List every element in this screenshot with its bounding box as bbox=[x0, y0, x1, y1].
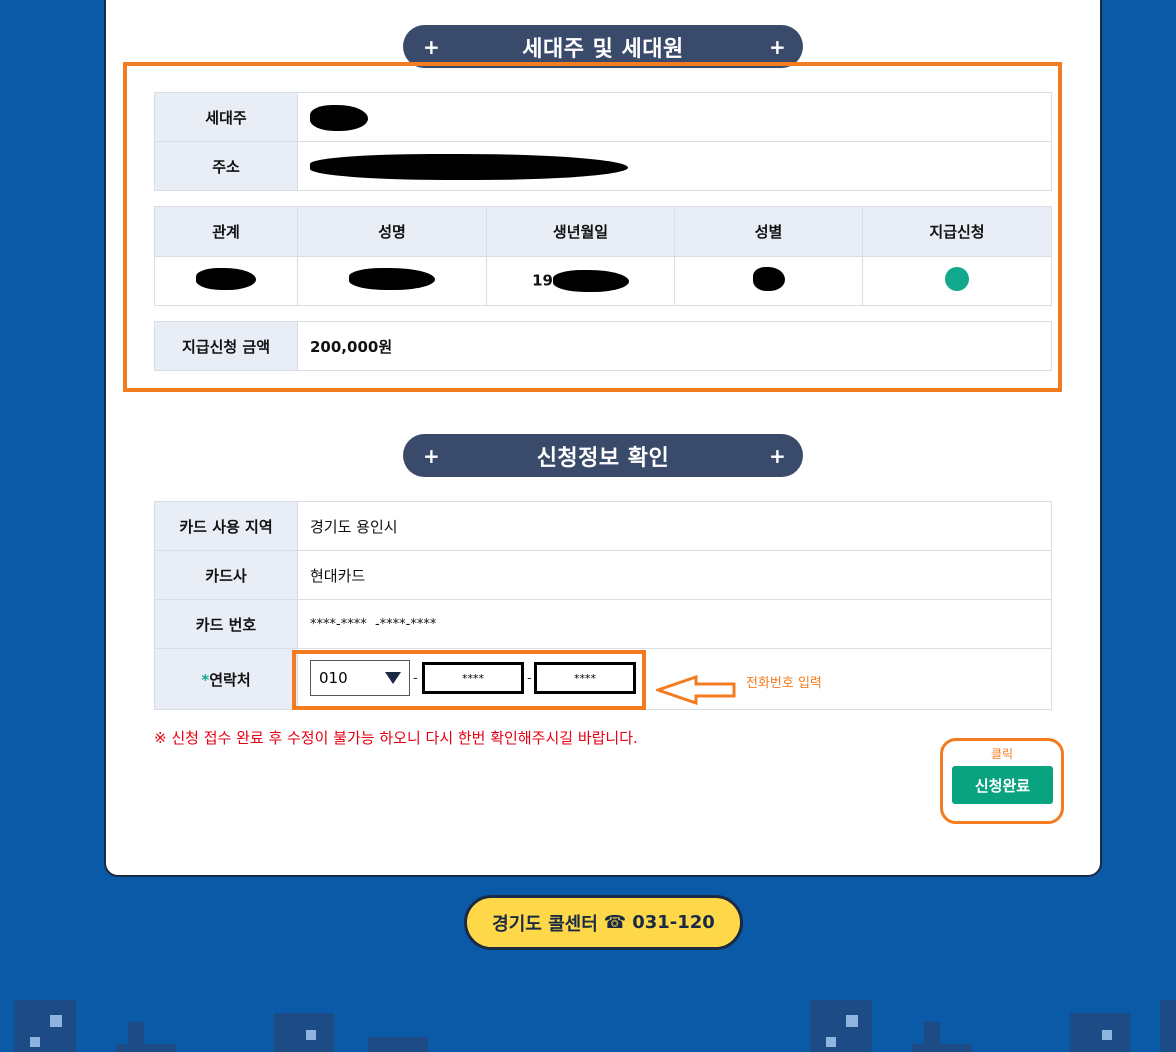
plus-icon-left: + bbox=[423, 34, 440, 59]
submit-button[interactable]: 신청완료 bbox=[952, 766, 1053, 804]
phone-dash-1: - bbox=[413, 671, 418, 686]
redacted-member-name bbox=[349, 268, 435, 290]
address-value bbox=[297, 141, 1052, 191]
building bbox=[274, 1013, 334, 1052]
members-table: 관계 성명 생년월일 성별 지급신청 19 bbox=[154, 206, 1052, 306]
member-gender bbox=[674, 256, 863, 306]
household-info-table: 세대주 주소 bbox=[154, 92, 1052, 191]
card-company-value: 현대카드 bbox=[297, 550, 1052, 600]
redacted-birth bbox=[552, 270, 629, 292]
birth-prefix: 19 bbox=[532, 271, 553, 290]
phone-prefix-select[interactable]: 010 bbox=[310, 660, 410, 696]
table-row: 19 bbox=[154, 256, 1052, 306]
card-number-label: 카드 번호 bbox=[154, 599, 298, 649]
phone-last-input[interactable]: **** bbox=[534, 662, 636, 694]
phone-dash-2: - bbox=[527, 671, 532, 686]
member-name bbox=[297, 256, 487, 306]
card-region-label: 카드 사용 지역 bbox=[154, 501, 298, 551]
building-window bbox=[1102, 1030, 1112, 1040]
click-label: 클릭 bbox=[990, 747, 1014, 761]
phone-last-value: **** bbox=[574, 671, 596, 685]
building-window bbox=[846, 1015, 858, 1027]
members-header-birth: 생년월일 bbox=[486, 206, 675, 257]
amount-label: 지급신청 금액 bbox=[154, 321, 298, 371]
member-apply bbox=[862, 256, 1052, 306]
building-window bbox=[306, 1030, 316, 1040]
household-section-title: 세대주 및 세대원 bbox=[522, 36, 684, 62]
members-header-apply: 지급신청 bbox=[862, 206, 1052, 257]
member-birth: 19 bbox=[486, 256, 675, 306]
building bbox=[116, 1044, 176, 1052]
members-header-gender: 성별 bbox=[674, 206, 863, 257]
plus-icon-right: + bbox=[769, 34, 786, 59]
phone-middle-input[interactable]: **** bbox=[422, 662, 524, 694]
submit-highlight-box: 클릭 신청완료 bbox=[940, 738, 1064, 824]
phone-hint: 전화번호 입력 bbox=[746, 676, 822, 691]
amount-table: 지급신청 금액 200,000원 bbox=[154, 321, 1052, 371]
redacted-address bbox=[310, 154, 628, 180]
members-header-relation: 관계 bbox=[154, 206, 298, 257]
building-window bbox=[50, 1015, 62, 1027]
redacted-head-name bbox=[310, 105, 368, 131]
left-arrow-icon bbox=[656, 674, 736, 706]
warning-text: ※ 신청 접수 완료 후 수정이 불가능 하오니 다시 한번 확인해주시길 바랍… bbox=[154, 729, 638, 747]
redacted-gender bbox=[752, 267, 785, 291]
building bbox=[1160, 1000, 1176, 1052]
phone-middle-value: **** bbox=[462, 671, 484, 685]
building bbox=[368, 1037, 428, 1052]
building bbox=[14, 1000, 76, 1052]
member-relation bbox=[154, 256, 298, 306]
contact-label-cell: *연락처 bbox=[154, 648, 298, 710]
card-region-value: 경기도 용인시 bbox=[297, 501, 1052, 551]
building bbox=[912, 1044, 972, 1052]
head-label: 세대주 bbox=[154, 92, 298, 142]
members-header-name: 성명 bbox=[297, 206, 487, 257]
application-section-title: 신청정보 확인 bbox=[536, 445, 670, 471]
plus-icon-right-2: + bbox=[768, 443, 786, 468]
head-value bbox=[297, 92, 1052, 142]
building bbox=[810, 1000, 872, 1052]
building bbox=[1070, 1013, 1130, 1052]
plus-icon-left-2: + bbox=[423, 443, 440, 468]
redacted-relation bbox=[196, 268, 256, 290]
phone-icon: ☎ bbox=[603, 912, 627, 933]
callcenter-badge[interactable]: 경기도 콜센터 ☎ 031-120 bbox=[464, 895, 743, 950]
building-window bbox=[826, 1037, 836, 1047]
apply-status-dot[interactable] bbox=[945, 267, 969, 291]
card-company-label: 카드사 bbox=[154, 550, 298, 600]
contact-label: 연락처 bbox=[209, 670, 251, 689]
application-section-header: + 신청정보 확인 + bbox=[403, 434, 803, 477]
building-window bbox=[30, 1037, 40, 1047]
phone-prefix-value: 010 bbox=[319, 669, 348, 687]
amount-value: 200,000원 bbox=[297, 321, 1052, 371]
callcenter-label: 경기도 콜센터 bbox=[492, 913, 598, 935]
chevron-down-icon bbox=[385, 672, 401, 684]
address-label: 주소 bbox=[154, 141, 298, 191]
card-number-value: ****-**** -****-**** bbox=[297, 599, 1052, 649]
callcenter-number: 031-120 bbox=[632, 912, 715, 933]
